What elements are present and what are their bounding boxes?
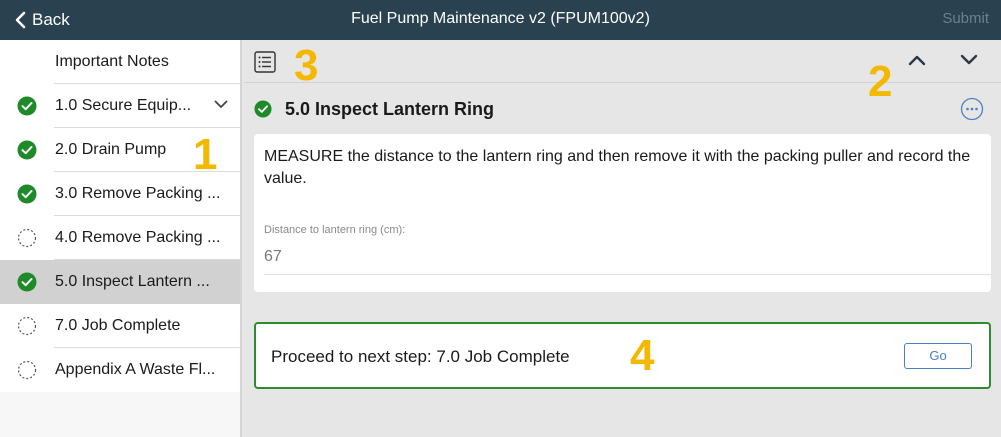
step-instruction: MEASURE the distance to the lantern ring… (264, 148, 971, 187)
proceed-panel: Proceed to next step: 7.0 Job Complete G… (254, 322, 991, 389)
check-circle-icon (17, 184, 37, 204)
check-circle-icon (17, 96, 37, 116)
chevron-down-icon[interactable] (214, 100, 228, 109)
step-title: 5.0 Inspect Lantern Ring (285, 99, 495, 119)
sidebar-item-label: Important Notes (55, 53, 169, 70)
dashed-circle-icon (17, 228, 37, 248)
app-header: Back Fuel Pump Maintenance v2 (FPUM100v2… (0, 0, 1001, 40)
sidebar-item-job-complete[interactable]: 7.0 Job Complete (0, 304, 240, 348)
distance-input[interactable] (264, 242, 984, 272)
sidebar-item-label: 5.0 Inspect Lantern ... (55, 273, 210, 290)
chevron-down-icon[interactable] (960, 53, 978, 67)
sidebar-item-inspect-lantern[interactable]: 5.0 Inspect Lantern ... (0, 260, 240, 304)
proceed-text: Proceed to next step: 7.0 Job Complete (271, 347, 570, 366)
field-label: Distance to lantern ring (cm): (264, 224, 406, 236)
more-icon[interactable] (960, 97, 984, 121)
annotation-3: 3 (294, 41, 319, 90)
sidebar-item-important-notes[interactable]: Important Notes (0, 40, 240, 84)
sidebar-item-label: Appendix A Waste Fl... (55, 361, 216, 378)
annotation-2: 2 (868, 57, 893, 106)
step-sidebar: Important Notes 1.0 Secure Equip... 2.0 … (0, 40, 242, 437)
check-circle-icon (17, 272, 37, 292)
chevron-up-icon[interactable] (908, 53, 926, 67)
annotation-4: 4 (630, 331, 655, 380)
go-button[interactable]: Go (904, 343, 972, 369)
check-circle-icon (254, 100, 272, 118)
sidebar-item-secure-equipment[interactable]: 1.0 Secure Equip... (0, 84, 240, 128)
check-circle-icon (17, 140, 37, 160)
step-card: MEASURE the distance to the lantern ring… (254, 134, 991, 292)
sidebar-item-remove-packing-4[interactable]: 4.0 Remove Packing ... (0, 216, 240, 260)
dashed-circle-icon (17, 360, 37, 380)
annotation-1: 1 (193, 130, 218, 179)
sidebar-item-label: 3.0 Remove Packing ... (55, 185, 221, 202)
dashed-circle-icon (17, 316, 37, 336)
sidebar-item-label: 7.0 Job Complete (55, 317, 181, 334)
submit-button[interactable]: Submit (942, 0, 989, 40)
page-title: Fuel Pump Maintenance v2 (FPUM100v2) (351, 10, 650, 27)
list-icon[interactable] (254, 51, 276, 73)
sidebar-item-label: 4.0 Remove Packing ... (55, 229, 221, 246)
divider (264, 274, 991, 275)
sidebar-item-appendix-a[interactable]: Appendix A Waste Fl... (0, 348, 240, 392)
sidebar-item-label: 1.0 Secure Equip... (55, 97, 192, 114)
sidebar-item-label: 2.0 Drain Pump (55, 141, 167, 158)
